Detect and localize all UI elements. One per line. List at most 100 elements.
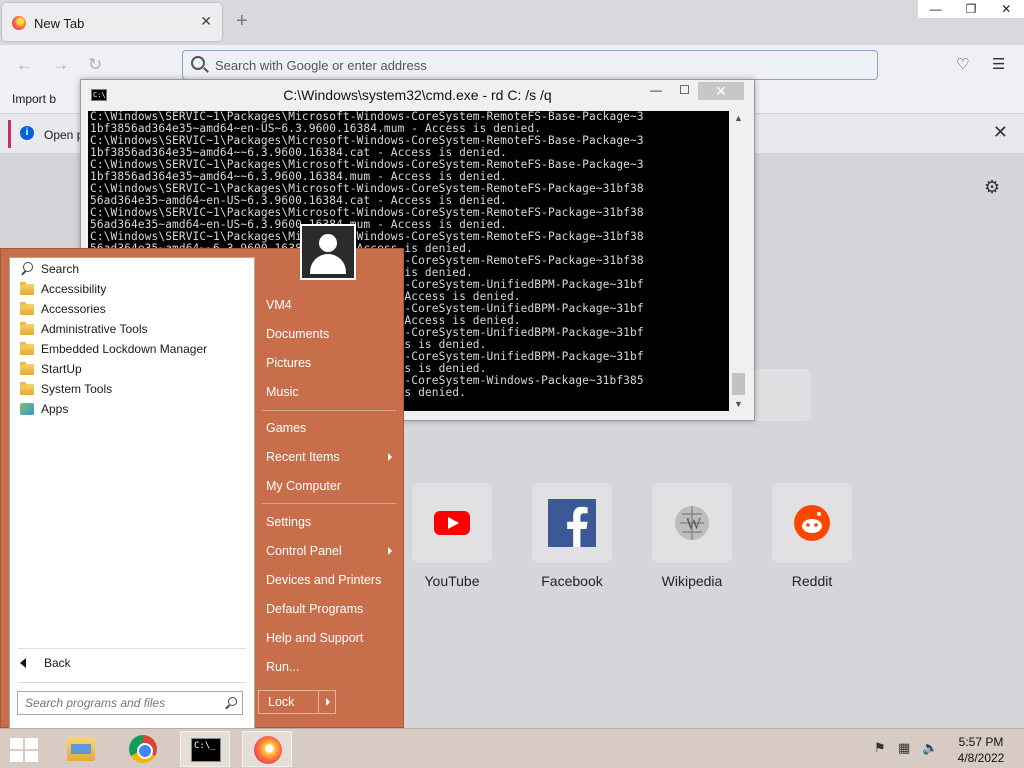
start-item-my-computer[interactable]: My Computer — [258, 473, 398, 499]
cmd-titlebar[interactable]: C:\. C:\Windows\system32\cmd.exe - rd C:… — [81, 80, 754, 110]
browser-tabstrip: New Tab ✕ + — ❐ ✕ — [0, 0, 1024, 45]
start-item-label: My Computer — [266, 479, 342, 493]
close-button[interactable]: ✕ — [989, 0, 1024, 18]
hamburger-menu-icon[interactable]: ☰ — [992, 55, 1005, 73]
arrow-left-icon[interactable]: ← — [16, 55, 33, 75]
program-item-startup[interactable]: StartUp — [20, 359, 82, 379]
pocket-icon[interactable]: ♡ — [956, 55, 969, 73]
maximize-button[interactable]: ❐ — [953, 0, 988, 18]
gear-icon[interactable]: ⚙ — [984, 177, 1000, 198]
cmd-scrollbar[interactable]: ▲ ▼ — [730, 111, 747, 411]
shortcut-facebook[interactable] — [532, 483, 612, 563]
start-item-help-and-support[interactable]: Help and Support — [258, 625, 398, 651]
minimize-button[interactable]: — — [918, 0, 953, 18]
program-label: Administrative Tools — [41, 322, 148, 336]
scroll-up-icon[interactable]: ▲ — [734, 113, 743, 123]
svg-text:W: W — [686, 516, 702, 533]
taskbar-file-explorer[interactable] — [56, 731, 106, 767]
shortcut-label: Wikipedia — [661, 573, 723, 589]
start-item-run[interactable]: Run... — [258, 654, 398, 680]
taskbar-chrome[interactable] — [118, 731, 168, 767]
start-item-label: Default Programs — [266, 602, 364, 616]
start-item-label: Run... — [266, 660, 300, 674]
shortcut-wikipedia[interactable]: W — [652, 483, 732, 563]
submenu-arrow-icon — [388, 453, 392, 461]
clock-time: 5:57 PM — [958, 735, 1004, 749]
program-label: Search — [41, 262, 80, 276]
user-avatar[interactable] — [300, 224, 356, 280]
tab-close-icon[interactable]: ✕ — [200, 13, 212, 30]
start-item-vm4[interactable]: VM4 — [258, 292, 398, 318]
divider — [262, 410, 396, 411]
notification-close-icon[interactable]: ✕ — [993, 122, 1008, 143]
apps-icon — [20, 403, 34, 415]
file-explorer-icon — [67, 737, 95, 761]
program-item-embedded-lockdown-manager[interactable]: Embedded Lockdown Manager — [20, 339, 207, 359]
cmd-close-button[interactable]: ✕ — [698, 82, 744, 100]
start-item-control-panel[interactable]: Control Panel — [258, 538, 398, 564]
firefox-icon — [254, 736, 282, 764]
cmd-minimize-button[interactable]: — — [650, 83, 662, 97]
system-clock[interactable]: 5:57 PM 4/8/2022 — [946, 734, 1016, 766]
program-item-administrative-tools[interactable]: Administrative Tools — [20, 319, 148, 339]
back-button[interactable]: Back — [20, 656, 71, 670]
shortcut-youtube[interactable] — [412, 483, 492, 563]
start-item-recent-items[interactable]: Recent Items — [258, 444, 398, 470]
start-logo-pane — [25, 738, 38, 749]
user-icon-body — [310, 254, 346, 274]
start-logo-pane — [10, 738, 23, 749]
start-item-label: Devices and Printers — [266, 573, 382, 587]
start-search-input[interactable] — [18, 692, 214, 714]
tab-new-tab[interactable]: New Tab ✕ — [2, 3, 222, 41]
start-logo-pane — [25, 751, 38, 762]
network-icon[interactable]: ▦ — [898, 740, 914, 756]
start-item-label: Control Panel — [266, 544, 342, 558]
volume-muted-icon[interactable]: 🔈 — [922, 740, 938, 756]
scroll-down-icon[interactable]: ▼ — [734, 399, 743, 409]
command-prompt-icon: C:\_ — [191, 738, 221, 762]
new-tab-button[interactable]: + — [236, 10, 248, 33]
shortcut-reddit[interactable] — [772, 483, 852, 563]
tab-title: New Tab — [34, 16, 85, 31]
taskbar-firefox[interactable] — [242, 731, 292, 767]
program-item-apps[interactable]: Apps — [20, 399, 68, 419]
program-item-system-tools[interactable]: System Tools — [20, 379, 112, 399]
divider — [18, 648, 246, 649]
program-item-accessibility[interactable]: Accessibility — [20, 279, 106, 299]
clock-date: 4/8/2022 — [957, 751, 1005, 765]
start-item-devices-and-printers[interactable]: Devices and Printers — [258, 567, 398, 593]
start-item-default-programs[interactable]: Default Programs — [258, 596, 398, 622]
program-item-search[interactable]: Search — [20, 259, 79, 279]
program-item-accessories[interactable]: Accessories — [20, 299, 106, 319]
import-bookmarks-button[interactable]: Import b — [12, 92, 56, 106]
lock-button[interactable]: Lock — [258, 690, 336, 714]
start-item-music[interactable]: Music — [258, 379, 398, 405]
info-icon: i — [20, 126, 34, 140]
taskbar-command-prompt[interactable]: C:\_ — [180, 731, 230, 767]
reload-icon[interactable]: ↻ — [88, 55, 102, 75]
scroll-thumb[interactable] — [732, 373, 745, 395]
notification-text: Open p — [44, 128, 84, 142]
start-item-pictures[interactable]: Pictures — [258, 350, 398, 376]
start-logo-pane — [10, 751, 23, 762]
notification-accent — [8, 120, 11, 148]
start-item-documents[interactable]: Documents — [258, 321, 398, 347]
arrow-right-icon[interactable]: → — [52, 55, 69, 75]
submenu-arrow-icon — [388, 547, 392, 555]
back-arrow-icon — [20, 658, 26, 668]
lock-options-arrow-icon[interactable] — [326, 698, 330, 706]
action-center-icon[interactable]: ⚑ — [874, 740, 890, 756]
start-item-settings[interactable]: Settings — [258, 509, 398, 535]
start-search-box — [17, 691, 243, 715]
program-label: Embedded Lockdown Manager — [41, 342, 208, 356]
cmd-maximize-button[interactable]: ☐ — [679, 83, 690, 97]
firefox-favicon-icon — [12, 16, 26, 30]
program-label: Apps — [41, 402, 69, 416]
url-bar[interactable]: Search with Google or enter address — [182, 50, 878, 80]
search-icon[interactable] — [225, 697, 237, 709]
start-item-label: VM4 — [266, 298, 292, 312]
search-icon — [20, 262, 34, 276]
start-item-games[interactable]: Games — [258, 415, 398, 441]
windows-start-icon[interactable] — [10, 738, 38, 762]
start-item-label: Recent Items — [266, 450, 340, 464]
